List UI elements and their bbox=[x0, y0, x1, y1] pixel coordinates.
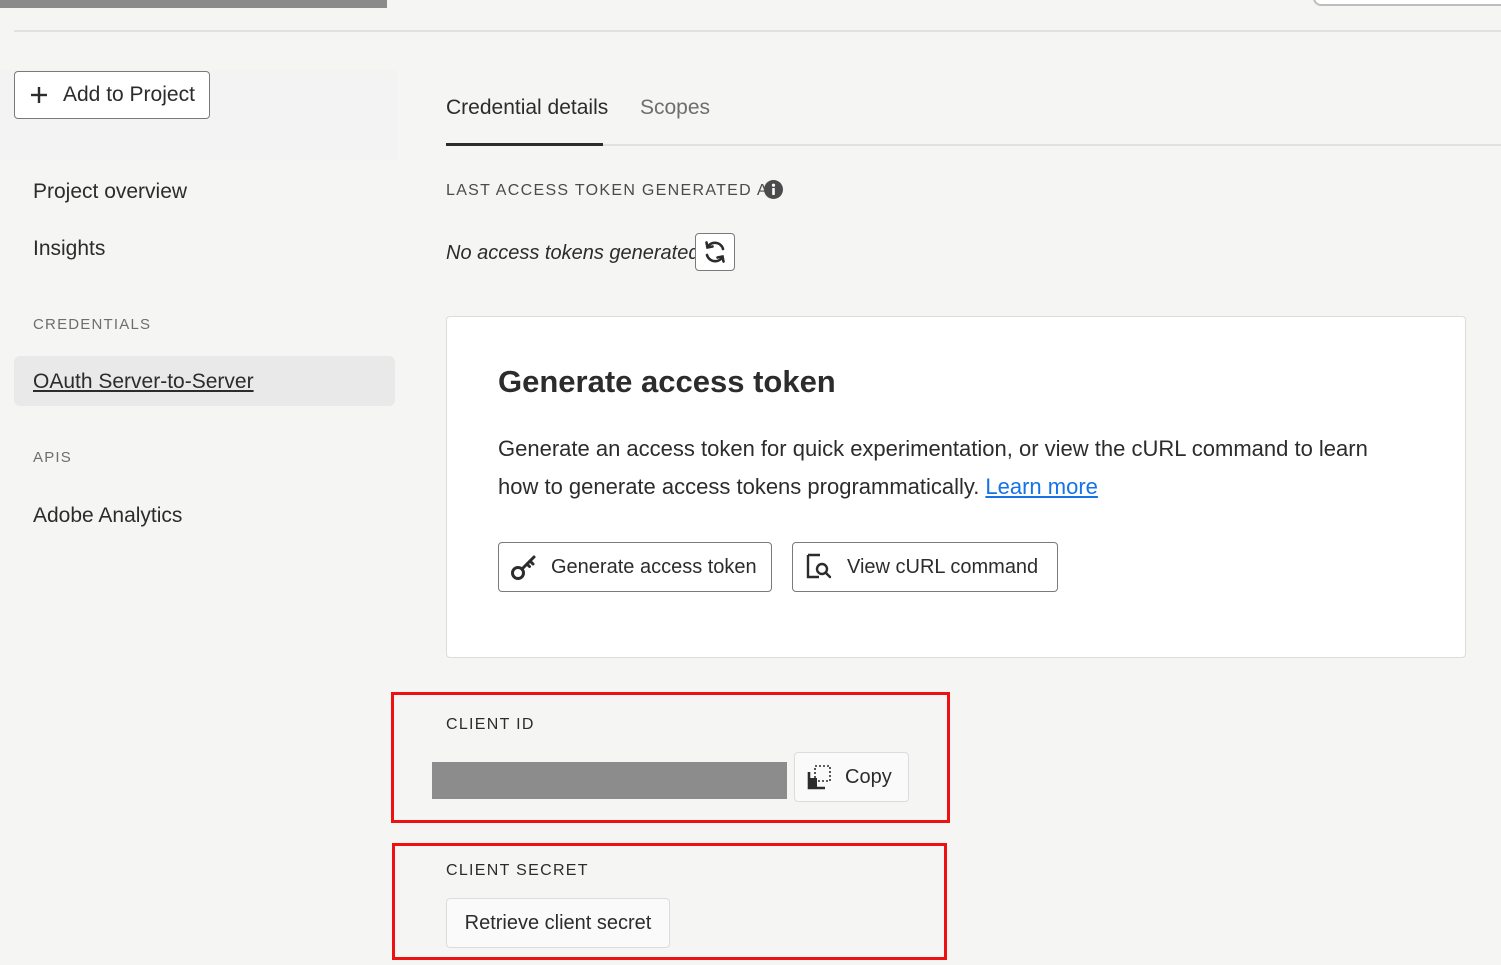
top-bar-fragment bbox=[0, 0, 387, 8]
view-curl-command-label: View cURL command bbox=[847, 555, 1039, 578]
last-token-label: LAST ACCESS TOKEN GENERATED AT bbox=[446, 182, 779, 199]
sidebar-item-adobe-analytics[interactable]: Adobe Analytics bbox=[33, 501, 182, 531]
generate-access-token-button[interactable]: Generate access token bbox=[498, 542, 772, 592]
client-id-value-redacted bbox=[432, 762, 787, 799]
sidebar-section-credentials: CREDENTIALS bbox=[33, 316, 152, 333]
top-divider bbox=[14, 30, 1501, 32]
token-status-value: No access tokens generated bbox=[446, 242, 700, 264]
learn-more-link[interactable]: Learn more bbox=[985, 474, 1098, 499]
tab-active-underline bbox=[446, 143, 603, 146]
tab-scopes[interactable]: Scopes bbox=[640, 93, 710, 123]
copy-label: Copy bbox=[845, 765, 892, 788]
generate-card-description-text: Generate an access token for quick exper… bbox=[498, 436, 1368, 499]
top-right-control-fragment[interactable] bbox=[1313, 0, 1501, 6]
plus-icon bbox=[29, 85, 49, 105]
generate-card-title: Generate access token bbox=[498, 364, 836, 399]
sidebar-item-oauth-server-to-server[interactable]: OAuth Server-to-Server bbox=[33, 367, 254, 397]
add-to-project-button[interactable]: Add to Project bbox=[14, 71, 210, 119]
retrieve-client-secret-button[interactable]: Retrieve client secret bbox=[446, 898, 670, 948]
info-icon[interactable] bbox=[764, 180, 783, 199]
tab-rule bbox=[446, 144, 1501, 146]
sidebar-item-insights[interactable]: Insights bbox=[33, 234, 105, 264]
sidebar-section-apis: APIS bbox=[33, 449, 72, 466]
generate-access-token-label: Generate access token bbox=[551, 555, 757, 578]
sidebar-item-project-overview[interactable]: Project overview bbox=[33, 177, 187, 207]
client-id-label: CLIENT ID bbox=[446, 716, 535, 733]
view-curl-command-button[interactable]: View cURL command bbox=[792, 542, 1058, 592]
refresh-icon bbox=[702, 239, 728, 265]
tab-credential-details[interactable]: Credential details bbox=[446, 93, 608, 123]
copy-client-id-button[interactable]: Copy bbox=[794, 752, 909, 802]
key-icon bbox=[509, 552, 539, 582]
copy-icon bbox=[807, 764, 833, 790]
refresh-token-button[interactable] bbox=[695, 233, 735, 271]
search-document-icon bbox=[805, 552, 835, 582]
generate-card-description: Generate an access token for quick exper… bbox=[498, 430, 1398, 506]
client-secret-label: CLIENT SECRET bbox=[446, 862, 589, 879]
add-to-project-label: Add to Project bbox=[63, 83, 195, 106]
